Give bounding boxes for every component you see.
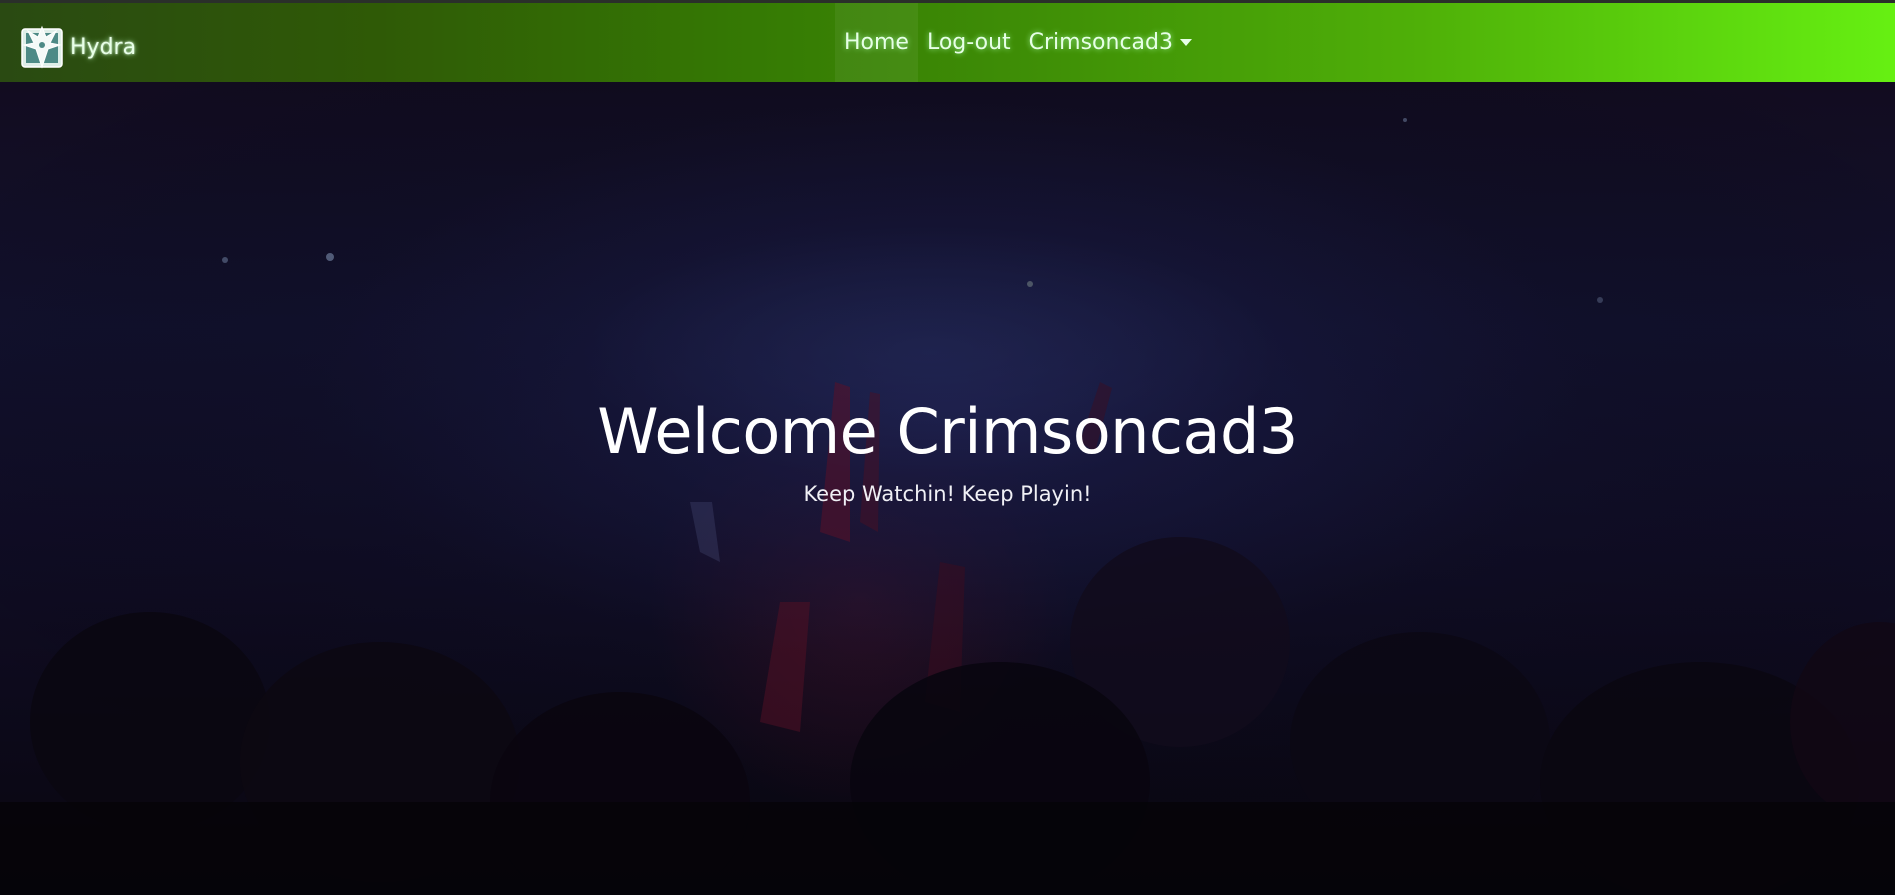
hero-section: Welcome Crimsoncad3 Keep Watchin! Keep P… xyxy=(0,82,1895,895)
brand-label: Hydra xyxy=(70,34,137,60)
caret-down-icon xyxy=(1180,39,1192,46)
user-dropdown[interactable]: Crimsoncad3 xyxy=(1020,3,1201,82)
nav-logout-link[interactable]: Log-out xyxy=(918,3,1020,82)
navbar: Hydra Home Log-out Crimsoncad3 xyxy=(0,0,1895,82)
welcome-heading: Welcome Crimsoncad3 xyxy=(597,395,1298,468)
nav-home-link[interactable]: Home xyxy=(835,3,918,82)
user-dropdown-label: Crimsoncad3 xyxy=(1028,30,1173,55)
hero-content: Welcome Crimsoncad3 Keep Watchin! Keep P… xyxy=(0,395,1895,507)
nav-menu: Home Log-out Crimsoncad3 xyxy=(835,3,1201,82)
welcome-subtitle: Keep Watchin! Keep Playin! xyxy=(803,482,1092,507)
brand-link[interactable]: Hydra xyxy=(20,23,136,71)
hydra-logo-icon xyxy=(21,25,63,69)
